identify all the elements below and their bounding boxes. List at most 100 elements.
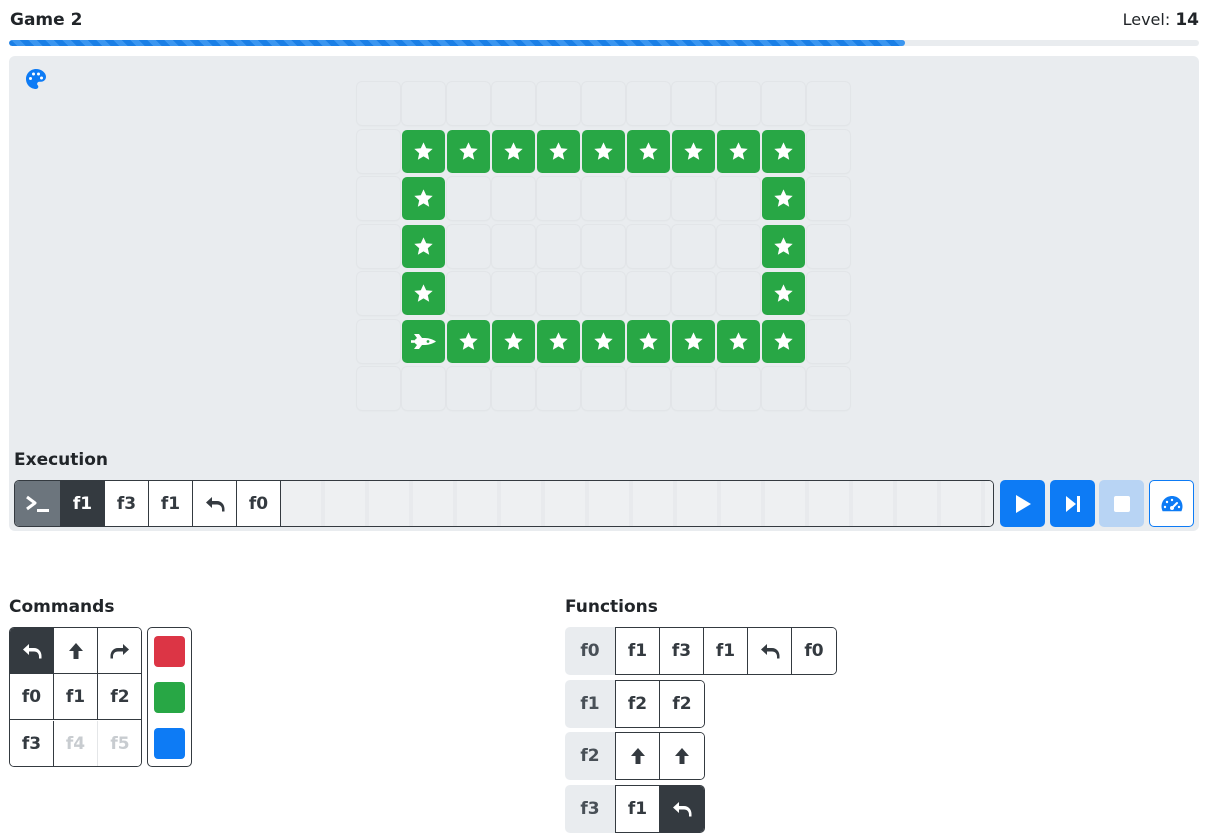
function-slot[interactable]: f2 — [660, 681, 704, 727]
commands-label: Commands — [9, 597, 115, 617]
star-icon — [639, 141, 658, 160]
function-name[interactable]: f1 — [565, 680, 615, 728]
function-name[interactable]: f0 — [565, 627, 615, 675]
board-cell — [582, 177, 625, 220]
step-button[interactable] — [1050, 480, 1095, 527]
level-value: 14 — [1175, 10, 1199, 30]
board-cell — [627, 224, 670, 268]
function-slot[interactable]: f1 — [704, 628, 748, 674]
star-icon — [594, 331, 613, 350]
star-icon — [414, 189, 433, 207]
board-cell — [447, 177, 490, 220]
star-icon — [774, 284, 793, 302]
board-cell-green — [582, 319, 625, 363]
command-f1[interactable]: f1 — [54, 674, 98, 721]
board-cell-green — [492, 319, 535, 363]
star-icon — [684, 331, 703, 350]
star-icon — [414, 284, 433, 302]
step-forward-icon — [1065, 495, 1080, 512]
commands-grid: f0 f1 f2 f3 f4 f5 — [9, 627, 142, 767]
function-name[interactable]: f2 — [565, 732, 615, 780]
command-f0[interactable]: f0 — [10, 674, 54, 721]
function-slot[interactable] — [660, 786, 704, 832]
function-slot[interactable]: f1 — [616, 628, 660, 674]
palette-icon[interactable] — [24, 67, 48, 91]
board-cell-green — [402, 224, 445, 268]
color-commands — [147, 627, 192, 767]
function-slot[interactable]: f3 — [660, 628, 704, 674]
command-f3[interactable]: f3 — [10, 720, 54, 766]
function-slot[interactable] — [616, 733, 660, 779]
execution-slot: f3 — [105, 481, 149, 526]
level-indicator: Level: 14 — [1123, 10, 1199, 30]
color-blue-button[interactable] — [154, 728, 185, 759]
command-f2[interactable]: f2 — [98, 674, 141, 721]
board-cell-green — [537, 319, 580, 363]
function-slot[interactable] — [748, 628, 792, 674]
execution-slot: f0 — [237, 481, 281, 526]
function-body: f1 f3 f1 f0 — [615, 627, 837, 675]
game-title: Game 2 — [10, 10, 83, 30]
board-cell — [807, 129, 850, 173]
board-cell — [807, 224, 850, 268]
turn-left-icon — [205, 496, 224, 511]
board-cell — [402, 82, 445, 125]
board-cell — [357, 82, 400, 125]
terminal-icon — [15, 481, 61, 526]
speed-button[interactable] — [1149, 480, 1194, 527]
command-turn-left[interactable] — [10, 628, 54, 674]
board-cell-green — [762, 224, 805, 268]
star-icon — [639, 331, 658, 350]
color-red-button[interactable] — [154, 636, 185, 667]
command-f4: f4 — [54, 720, 98, 766]
function-body: f2 f2 — [615, 680, 705, 728]
function-slot[interactable]: f0 — [792, 628, 836, 674]
board-cell — [627, 272, 670, 315]
star-icon — [459, 141, 478, 160]
color-green-button[interactable] — [154, 682, 185, 713]
board-cell — [807, 272, 850, 315]
board-cell-green — [582, 129, 625, 173]
board-cell — [447, 82, 490, 125]
play-button[interactable] — [1000, 480, 1045, 527]
turn-left-icon — [22, 643, 41, 658]
board-cell — [582, 224, 625, 268]
board-cell — [402, 367, 445, 410]
star-icon — [774, 331, 793, 350]
board-cell — [537, 177, 580, 220]
board-cell — [492, 272, 535, 315]
execution-slot — [193, 481, 237, 526]
board-cell — [717, 82, 760, 125]
board-cell — [717, 224, 760, 268]
function-slot[interactable]: f1 — [616, 786, 660, 832]
board-cell — [672, 177, 715, 220]
board-cell — [717, 367, 760, 410]
function-slot[interactable] — [660, 733, 704, 779]
star-icon — [549, 331, 568, 350]
board-cell — [537, 272, 580, 315]
function-slot[interactable]: f2 — [616, 681, 660, 727]
board-cell — [717, 272, 760, 315]
board-cell-green — [537, 129, 580, 173]
board-cell — [357, 129, 400, 173]
stop-button[interactable] — [1099, 480, 1144, 527]
board-cell-green — [402, 177, 445, 220]
board-cell — [807, 319, 850, 363]
board-cell — [537, 224, 580, 268]
command-turn-right[interactable] — [98, 628, 141, 674]
speedometer-icon — [1161, 495, 1182, 511]
board-cell — [357, 367, 400, 410]
star-icon — [729, 141, 748, 160]
board-cell-green — [717, 319, 760, 363]
board-cell-green — [402, 319, 445, 363]
play-icon — [1015, 494, 1031, 513]
command-arrow-up[interactable] — [54, 628, 98, 674]
board-cell-green — [762, 319, 805, 363]
star-icon — [774, 189, 793, 207]
function-name[interactable]: f3 — [565, 785, 615, 833]
board-cell — [717, 177, 760, 220]
board-cell — [672, 367, 715, 410]
board-cell — [357, 177, 400, 220]
star-icon — [459, 331, 478, 350]
board-cell — [762, 82, 805, 125]
